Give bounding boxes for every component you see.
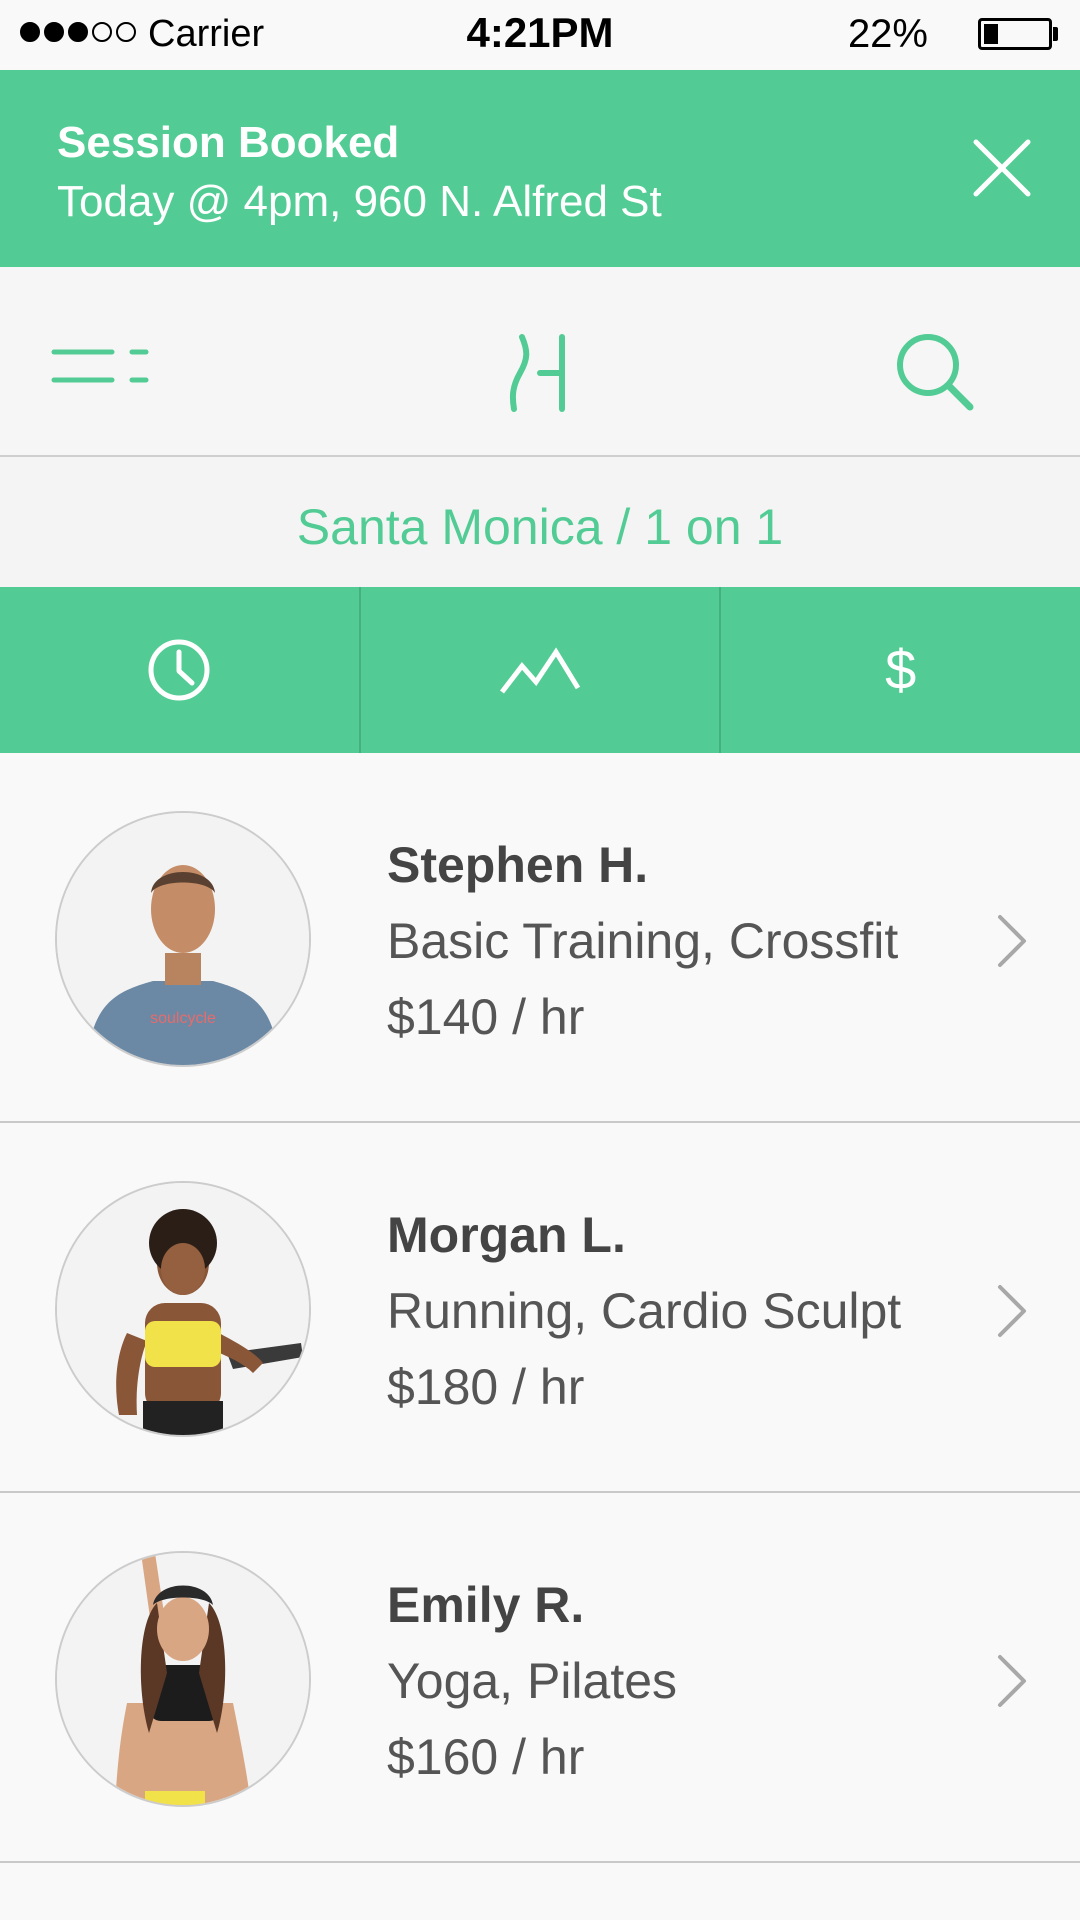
- filter-tab-activity[interactable]: [358, 587, 720, 753]
- battery-icon: [978, 18, 1052, 50]
- trainer-photo: [57, 1183, 309, 1435]
- trainer-specialties: Basic Training, Crossfit: [387, 913, 899, 969]
- list-item[interactable]: Morgan L. Running, Cardio Sculpt $180 / …: [0, 1123, 1080, 1493]
- trainer-rate: $180 / hr: [387, 1359, 585, 1415]
- clock-icon: [148, 639, 210, 701]
- status-bar: Carrier 4:21PM 22%: [0, 0, 1080, 70]
- list-item[interactable]: soulcycle Stephen H. Basic Training, Cro…: [0, 753, 1080, 1123]
- filter-tab-price[interactable]: $: [719, 587, 1080, 753]
- trainer-name: Morgan L.: [387, 1207, 626, 1263]
- trainer-specialties: Running, Cardio Sculpt: [387, 1283, 902, 1339]
- location-label: Santa Monica / 1 on 1: [296, 499, 784, 555]
- avatar: [55, 1181, 311, 1437]
- banner-subtitle: Today @ 4pm, 960 N. Alfred St: [57, 177, 662, 226]
- avatar: soulcycle: [55, 811, 311, 1067]
- screen: Carrier 4:21PM 22% Session Booked Today …: [0, 0, 1080, 1920]
- nav-header: [0, 267, 1080, 457]
- chevron-right-icon[interactable]: [994, 1653, 1030, 1709]
- trainer-name: Stephen H.: [387, 837, 649, 893]
- list-item[interactable]: Emily R. Yoga, Pilates $160 / hr: [0, 1493, 1080, 1863]
- trainer-rate: $160 / hr: [387, 1729, 585, 1785]
- trainer-name: Emily R.: [387, 1577, 585, 1633]
- session-booked-banner: Session Booked Today @ 4pm, 960 N. Alfre…: [0, 70, 1080, 267]
- mountain-icon: [500, 647, 581, 694]
- dollar-icon: $: [885, 638, 917, 701]
- filter-tab-time[interactable]: [0, 587, 359, 753]
- search-icon[interactable]: [890, 327, 980, 417]
- chevron-right-icon[interactable]: [994, 913, 1030, 969]
- avatar: [55, 1551, 311, 1807]
- trainer-photo: soulcycle: [57, 813, 309, 1065]
- shirt-logo-text: soulcycle: [150, 1010, 216, 1027]
- logo-icon[interactable]: [500, 333, 580, 413]
- filter-tabs: $: [0, 587, 1080, 753]
- menu-icon[interactable]: [50, 337, 160, 397]
- trainer-photo: [57, 1553, 309, 1805]
- close-icon[interactable]: [964, 130, 1040, 206]
- trainer-rate: $140 / hr: [387, 989, 585, 1045]
- battery-tip: [1053, 27, 1058, 41]
- battery-percent: 22%: [847, 12, 928, 56]
- chevron-right-icon[interactable]: [994, 1283, 1030, 1339]
- trainer-list: soulcycle Stephen H. Basic Training, Cro…: [0, 753, 1080, 1863]
- location-bar[interactable]: Santa Monica / 1 on 1: [0, 457, 1080, 587]
- banner-title: Session Booked: [57, 118, 400, 167]
- trainer-specialties: Yoga, Pilates: [387, 1653, 678, 1709]
